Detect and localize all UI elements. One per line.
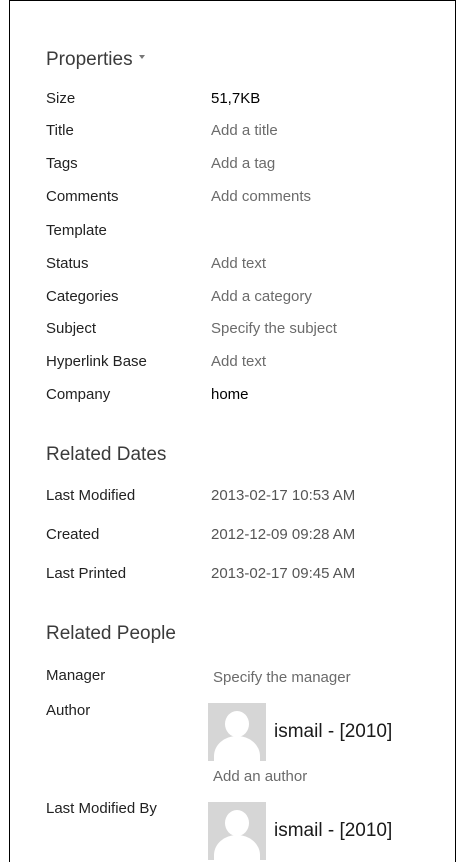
related-dates-title: Related Dates [46,444,167,465]
property-field-subject[interactable]: Specify the subject [211,320,337,337]
property-field-hyperlink-base[interactable]: Add text [211,353,266,370]
property-label: Hyperlink Base [46,353,147,370]
property-row-size: Size 51,7KB [0,90,455,112]
dropdown-arrow-icon[interactable] [138,54,145,59]
date-value-last-modified: 2013-02-17 10:53 AM [211,487,356,504]
date-row-created: Created 2012-12-09 09:28 AM [0,526,455,548]
property-row-title: Title Add a title [0,122,455,144]
panel-border-right [455,0,456,862]
people-row-manager: Manager Specify the manager [0,667,455,689]
author-name: ismail - [2010] [274,721,393,742]
author-label: Author [46,702,91,719]
properties-header[interactable]: Properties [46,49,145,71]
property-label: Comments [46,188,119,205]
person-body-icon [214,736,260,761]
property-field-categories[interactable]: Add a category [211,288,312,305]
last-modified-by-label: Last Modified By [46,800,157,817]
property-field-tags[interactable]: Add a tag [211,155,275,172]
panel-border-top [9,0,455,1]
properties-title: Properties [46,49,133,70]
property-field-title[interactable]: Add a title [211,122,278,139]
date-label: Created [46,526,100,543]
property-value-size: 51,7KB [211,90,261,107]
avatar [208,703,266,761]
property-field-comments[interactable]: Add comments [211,188,311,205]
property-label: Title [46,122,74,139]
property-label: Status [46,255,89,272]
property-row-comments: Comments Add comments [0,188,455,210]
add-author-field[interactable]: Add an author [213,768,307,785]
avatar [208,802,266,860]
related-people-title: Related People [46,623,176,644]
last-modified-by-name: ismail - [2010] [274,820,393,841]
date-label: Last Printed [46,565,127,582]
property-row-template: Template [0,222,455,244]
property-row-tags: Tags Add a tag [0,155,455,177]
date-row-last-modified: Last Modified 2013-02-17 10:53 AM [0,487,455,509]
date-row-last-printed: Last Printed 2013-02-17 09:45 AM [0,565,455,587]
date-value-created: 2012-12-09 09:28 AM [211,526,356,543]
property-field-status[interactable]: Add text [211,255,266,272]
property-field-company[interactable]: home [211,386,249,403]
property-label: Tags [46,155,78,172]
property-row-subject: Subject Specify the subject [0,320,455,342]
person-body-icon [214,835,260,860]
property-row-status: Status Add text [0,255,455,277]
date-label: Last Modified [46,487,136,504]
person-head-icon [225,711,249,737]
manager-label: Manager [46,667,106,684]
last-modified-by-person[interactable]: ismail - [2010] [208,802,392,860]
property-label: Size [46,90,76,107]
person-head-icon [225,810,249,836]
author-person[interactable]: ismail - [2010] [208,703,392,761]
date-value-last-printed: 2013-02-17 09:45 AM [211,565,356,582]
property-row-company: Company home [0,386,455,408]
property-label: Subject [46,320,97,337]
property-label: Template [46,222,107,239]
manager-field[interactable]: Specify the manager [213,669,351,686]
property-label: Company [46,386,111,403]
property-row-hyperlink-base: Hyperlink Base Add text [0,353,455,375]
property-row-categories: Categories Add a category [0,288,455,310]
property-label: Categories [46,288,119,305]
